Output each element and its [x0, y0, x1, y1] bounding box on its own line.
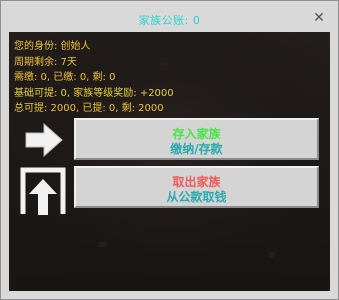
arrow-right-icon [24, 122, 64, 158]
withdraw-button[interactable]: 取出家族 从公款取钱 [74, 166, 319, 208]
withdraw-button-sublabel: 从公款取钱 [166, 190, 227, 204]
total-withdraw-text: 总可提: 2000, 已提: 0, 剩: 2000 [14, 103, 164, 114]
family-account-window: 家族公账: 0 ✕ 您的身份: 创始人 周期剩余: 7天 需缴: 0, 已缴: … [0, 0, 339, 300]
title-bar: 家族公账: 0 ✕ [5, 9, 334, 31]
base-withdraw-text: 基础可提: 0, 家族等级奖励: +2000 [14, 87, 174, 99]
deposit-button[interactable]: 存入家族 缴纳/存款 [74, 118, 319, 160]
window-title: 家族公账: 0 [138, 14, 201, 27]
account-info: 您的身份: 创始人 周期剩余: 7天 需缴: 0, 已缴: 0, 剩: 0 基础… [14, 39, 174, 117]
period-remaining-text: 周期剩余: 7天 [14, 56, 77, 68]
arrow-up-out-icon [19, 166, 67, 216]
content-panel: 您的身份: 创始人 周期剩余: 7天 需缴: 0, 已缴: 0, 剩: 0 基础… [9, 32, 330, 291]
identity-text: 您的身份: 创始人 [14, 41, 91, 52]
deposit-button-sublabel: 缴纳/存款 [170, 142, 223, 156]
dues-text: 需缴: 0, 已缴: 0, 剩: 0 [14, 72, 116, 83]
close-icon[interactable]: ✕ [312, 10, 326, 26]
